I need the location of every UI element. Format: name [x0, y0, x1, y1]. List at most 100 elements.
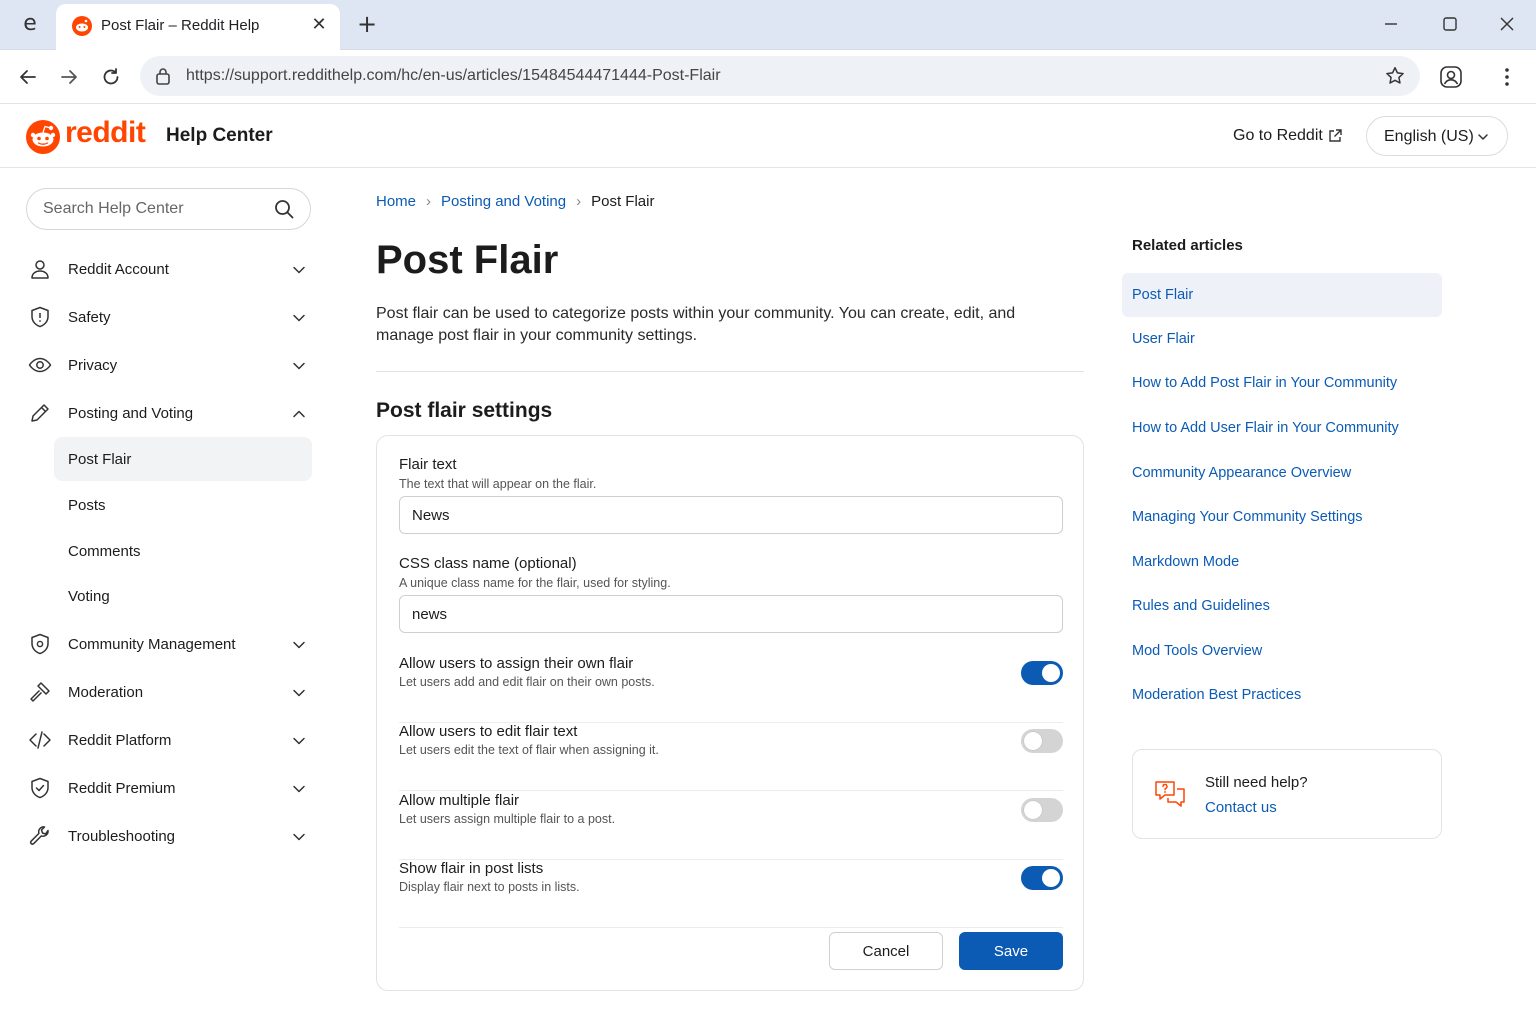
- multiple-flair-toggle[interactable]: [1021, 798, 1063, 822]
- eye-icon: [28, 357, 52, 373]
- sidebar-item-moderation[interactable]: Moderation: [26, 670, 312, 714]
- chevron-down-icon: [293, 785, 305, 793]
- assign-own-flair-toggle[interactable]: [1021, 661, 1063, 685]
- search-input[interactable]: [43, 198, 263, 220]
- browser-logo-icon: e: [23, 11, 37, 36]
- css-class-input[interactable]: [399, 595, 1063, 633]
- reload-icon[interactable]: [99, 65, 123, 89]
- chevron-down-icon: [293, 266, 305, 274]
- more-options-icon[interactable]: [1497, 65, 1517, 89]
- related-article-link[interactable]: Mod Tools Overview: [1122, 629, 1442, 673]
- sidebar-item-label: Community Management: [68, 636, 236, 653]
- related-article-label: Managing Your Community Settings: [1132, 509, 1363, 525]
- sidebar-subitem-post-flair[interactable]: Post Flair: [54, 437, 312, 481]
- page-title: Post Flair: [376, 238, 559, 282]
- related-article-label: Moderation Best Practices: [1132, 687, 1302, 703]
- related-article-label: Community Appearance Overview: [1132, 465, 1352, 481]
- go-to-reddit-link[interactable]: Go to Reddit: [1233, 127, 1323, 145]
- pencil-icon: [31, 404, 49, 422]
- gavel-icon: [30, 682, 50, 702]
- save-button[interactable]: Save: [959, 932, 1063, 970]
- chevron-down-icon: [293, 833, 305, 841]
- close-tab-icon[interactable]: ✕: [308, 13, 330, 35]
- site-header: reddit Help Center Go to Reddit English …: [0, 104, 1536, 168]
- toggle-row-multiple-flair: Allow multiple flair Let users assign mu…: [399, 792, 1063, 860]
- related-article-link[interactable]: Community Appearance Overview: [1122, 451, 1442, 495]
- search-icon[interactable]: [274, 199, 294, 219]
- toggle-row-assign-own-flair: Allow users to assign their own flair Le…: [399, 655, 1063, 723]
- related-article-link[interactable]: Post Flair: [1122, 273, 1442, 317]
- breadcrumb-home-link[interactable]: Home: [376, 193, 416, 210]
- browser-tab-active[interactable]: Post Flair – Reddit Help ✕: [56, 4, 340, 50]
- address-bar[interactable]: https://support.reddithelp.com/hc/en-us/…: [140, 56, 1420, 96]
- breadcrumb-separator-icon: ›: [426, 193, 432, 210]
- maximize-window-icon[interactable]: [1439, 13, 1461, 35]
- help-center-title[interactable]: Help Center: [166, 125, 273, 147]
- related-article-link[interactable]: How to Add User Flair in Your Community: [1122, 406, 1442, 450]
- chat-question-icon: [1155, 781, 1185, 807]
- tab-title: Post Flair – Reddit Help: [101, 17, 260, 34]
- flair-text-input[interactable]: [399, 496, 1063, 534]
- related-article-label: Rules and Guidelines: [1132, 598, 1270, 614]
- sidebar-item-community-management[interactable]: Community Management: [26, 622, 312, 666]
- related-article-link[interactable]: Markdown Mode: [1122, 540, 1442, 584]
- sidebar-subitem-voting[interactable]: Voting: [54, 574, 312, 618]
- reddit-wordmark[interactable]: reddit: [65, 116, 146, 150]
- edit-flair-text-toggle[interactable]: [1021, 729, 1063, 753]
- sidebar-item-label: Safety: [68, 309, 111, 326]
- sidebar-subitem-label: Voting: [68, 588, 110, 605]
- lock-icon[interactable]: [154, 66, 172, 86]
- sidebar-item-label: Troubleshooting: [68, 828, 176, 845]
- bookmark-star-icon[interactable]: [1384, 65, 1406, 87]
- related-article-link[interactable]: How to Add Post Flair in Your Community: [1122, 361, 1442, 405]
- breadcrumb-section-link[interactable]: Posting and Voting: [441, 193, 566, 210]
- search-box[interactable]: [26, 188, 311, 230]
- close-window-icon[interactable]: [1496, 13, 1518, 35]
- sidebar-item-troubleshooting[interactable]: Troubleshooting: [26, 814, 312, 858]
- sidebar-subitem-comments[interactable]: Comments: [54, 529, 312, 573]
- profile-icon[interactable]: [1439, 65, 1463, 89]
- article-intro: Post flair can be used to categorize pos…: [376, 305, 1016, 344]
- back-arrow-icon[interactable]: [16, 65, 40, 89]
- toggle-label: Allow multiple flair: [399, 792, 520, 809]
- related-article-label: User Flair: [1132, 331, 1195, 347]
- user-icon: [31, 260, 49, 279]
- sidebar-item-reddit-platform[interactable]: Reddit Platform: [26, 718, 312, 762]
- still-need-help-card: Still need help? Contact us: [1132, 749, 1442, 839]
- show-in-lists-toggle[interactable]: [1021, 866, 1063, 890]
- browser-tab-bar: e Post Flair – Reddit Help ✕ +: [0, 0, 1536, 50]
- chevron-up-icon: [293, 410, 305, 418]
- external-link-icon[interactable]: [1327, 128, 1343, 144]
- contact-us-link[interactable]: Contact us: [1205, 799, 1277, 816]
- shield-icon: [31, 306, 49, 328]
- sidebar-item-reddit-premium[interactable]: Reddit Premium: [26, 766, 312, 810]
- related-article-label: How to Add Post Flair in Your Community: [1132, 375, 1398, 391]
- reddit-logo-icon[interactable]: [26, 120, 60, 154]
- chevron-down-icon: [1478, 134, 1488, 140]
- sidebar-subitem-posts[interactable]: Posts: [54, 483, 312, 527]
- url-text[interactable]: https://support.reddithelp.com/hc/en-us/…: [186, 67, 721, 85]
- language-selector[interactable]: English (US): [1366, 116, 1508, 156]
- related-article-link[interactable]: Rules and Guidelines: [1122, 584, 1442, 628]
- browser-toolbar: https://support.reddithelp.com/hc/en-us/…: [0, 50, 1536, 104]
- related-article-label: Mod Tools Overview: [1132, 643, 1263, 659]
- sidebar-item-privacy[interactable]: Privacy: [26, 343, 312, 387]
- related-article-link[interactable]: Managing Your Community Settings: [1122, 495, 1442, 539]
- related-article-link[interactable]: User Flair: [1122, 317, 1442, 361]
- sidebar-item-safety[interactable]: Safety: [26, 295, 312, 339]
- minimize-window-icon[interactable]: [1380, 13, 1402, 35]
- sidebar-item-posting-and-voting[interactable]: Posting and Voting: [26, 391, 312, 435]
- forward-arrow-icon[interactable]: [57, 65, 81, 89]
- sidebar-subitem-label: Post Flair: [68, 451, 132, 468]
- breadcrumb-current: Post Flair: [591, 193, 655, 210]
- toggle-row-edit-flair-text: Allow users to edit flair text Let users…: [399, 723, 1063, 791]
- wrench-icon: [29, 826, 49, 845]
- toggle-label: Show flair in post lists: [399, 860, 544, 877]
- related-article-link[interactable]: Moderation Best Practices: [1122, 673, 1442, 717]
- cancel-button[interactable]: Cancel: [829, 932, 943, 970]
- breadcrumb-separator-icon: ›: [576, 193, 582, 210]
- flair-text-label: Flair text: [399, 456, 457, 473]
- sidebar-item-reddit-account[interactable]: Reddit Account: [26, 247, 312, 291]
- new-tab-icon[interactable]: +: [354, 12, 380, 38]
- post-flair-settings-card: Flair text The text that will appear on …: [376, 435, 1084, 991]
